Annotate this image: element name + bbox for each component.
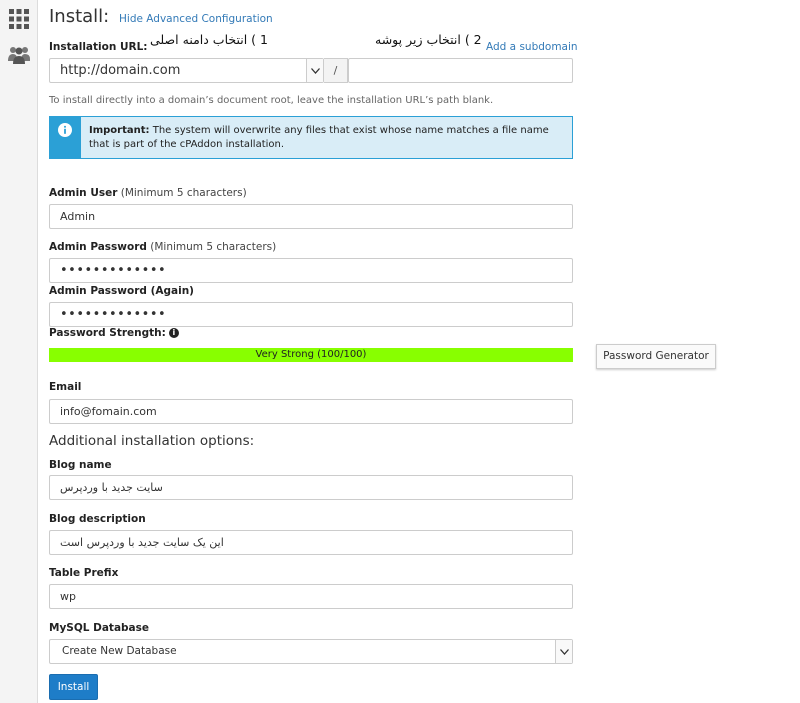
annotation-main-domain: 1 ) انتخاب دامنه اصلی: [150, 32, 268, 47]
blog-description-value: این یک سایت جدید با وردپرس است: [60, 536, 224, 549]
blog-description-input[interactable]: این یک سایت جدید با وردپرس است: [49, 530, 573, 555]
installation-url-label: Installation URL:: [49, 41, 148, 53]
admin-password-input[interactable]: •••••••••••••: [49, 258, 573, 283]
important-alert: Important: The system will overwrite any…: [49, 116, 573, 159]
install-button[interactable]: Install: [49, 674, 98, 700]
table-prefix-input[interactable]: wp: [49, 584, 573, 609]
directory-input[interactable]: [348, 58, 573, 83]
alert-text: Important: The system will overwrite any…: [89, 124, 559, 152]
install-form: Install: Hide Advanced Configuration Ins…: [0, 0, 800, 703]
password-strength-label: Password Strength: i: [49, 327, 179, 339]
admin-user-input[interactable]: Admin: [49, 204, 573, 229]
info-icon: [58, 123, 72, 137]
alert-message: The system will overwrite any files that…: [89, 125, 549, 150]
hide-advanced-link[interactable]: Hide Advanced Configuration: [119, 13, 273, 25]
blog-name-label: Blog name: [49, 459, 112, 471]
password-strength-text: Very Strong (100/100): [255, 349, 367, 360]
mysql-database-select[interactable]: Create New Database: [49, 639, 573, 664]
url-help-text: To install directly into a domain’s docu…: [49, 95, 494, 106]
add-subdomain-link[interactable]: Add a subdomain: [486, 41, 578, 53]
mysql-database-label: MySQL Database: [49, 622, 150, 634]
chevron-down-icon: [306, 59, 323, 82]
blog-name-value: سایت جدید با وردپرس: [60, 481, 163, 494]
admin-password-label: Admin Password (Minimum 5 characters): [49, 241, 277, 253]
admin-password-again-input[interactable]: •••••••••••••: [49, 302, 573, 327]
alert-strong: Important:: [89, 125, 150, 136]
mysql-database-value: Create New Database: [62, 645, 177, 657]
alert-icon-bar: [50, 117, 81, 158]
page-title: Install:: [49, 6, 110, 27]
password-generator-button[interactable]: Password Generator: [596, 344, 716, 369]
chevron-down-icon: [555, 640, 572, 663]
admin-password-again-label: Admin Password (Again): [49, 285, 194, 297]
admin-user-label: Admin User (Minimum 5 characters): [49, 187, 247, 199]
annotation-subfolder: 2 ) انتخاب زیر پوشه: [375, 32, 482, 47]
blog-name-input[interactable]: سایت جدید با وردپرس: [49, 475, 573, 500]
domain-select[interactable]: http://domain.com: [49, 58, 324, 83]
blog-description-label: Blog description: [49, 513, 146, 525]
additional-options-heading: Additional installation options:: [49, 433, 255, 449]
path-separator: /: [324, 58, 348, 83]
password-strength-meter: Very Strong (100/100): [49, 348, 573, 362]
email-label: Email: [49, 381, 82, 393]
domain-select-value: http://domain.com: [60, 63, 181, 78]
info-icon[interactable]: i: [168, 328, 179, 338]
email-input[interactable]: info@fomain.com: [49, 399, 573, 424]
table-prefix-label: Table Prefix: [49, 567, 119, 579]
